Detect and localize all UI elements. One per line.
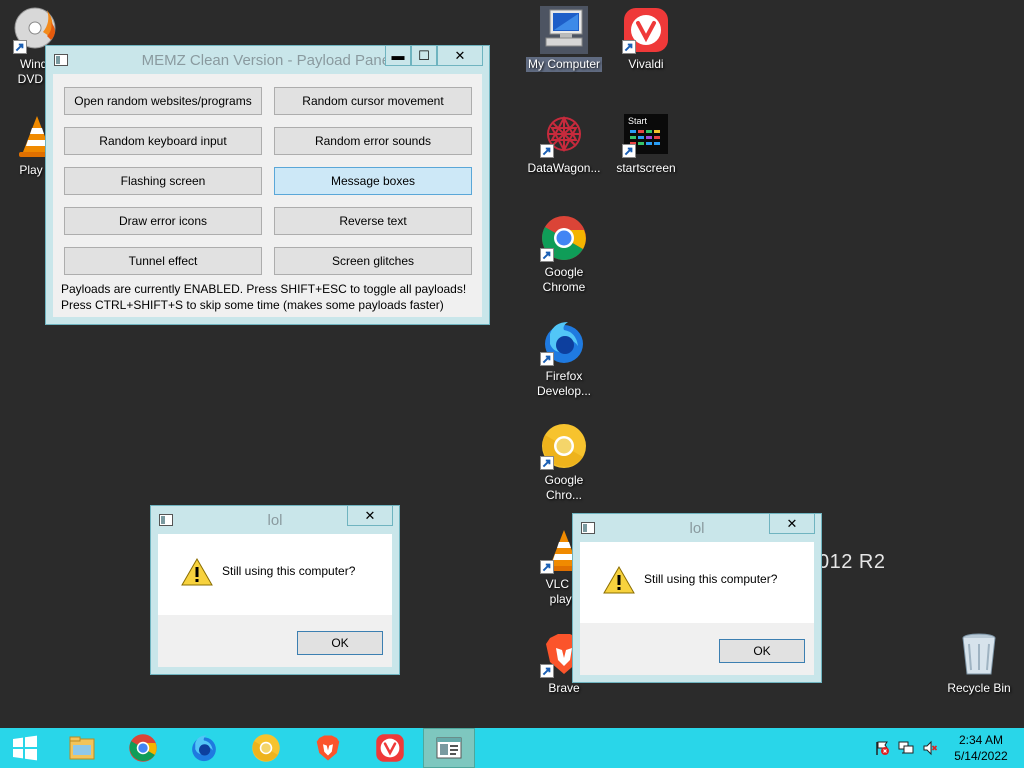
os-watermark-text: 012 R2 [818, 551, 886, 573]
desktop-icon-my-computer[interactable]: My Computer [524, 6, 604, 72]
clock-date: 5/14/2022 [954, 749, 1008, 763]
memz-app-icon [436, 737, 462, 759]
datawagon-icon [540, 110, 588, 158]
close-button[interactable]: ✕ [347, 506, 393, 526]
desktop-icon-chrome-canary[interactable]: Google Chro... [524, 422, 604, 503]
action-center-flag-icon[interactable] [874, 740, 890, 756]
chrome-icon [540, 214, 588, 262]
shortcut-arrow-icon [622, 40, 636, 54]
shortcut-arrow-icon [540, 248, 554, 262]
message-box-footer: OK [158, 615, 392, 667]
taskbar-brave[interactable] [298, 728, 358, 768]
start-button[interactable] [0, 728, 50, 768]
desktop-icon-google-chrome[interactable]: Google Chrome [524, 214, 604, 295]
message-box-titlebar[interactable]: lol ✕ [573, 514, 821, 542]
taskbar-file-explorer[interactable] [52, 728, 112, 768]
message-box-dialog: lol ✕ Still using this computer? OK [150, 505, 400, 675]
memz-payload-panel-window: MEMZ Clean Version - Payload Panel ▬ ☐ ✕… [45, 45, 490, 325]
shortcut-arrow-icon [540, 664, 554, 678]
maximize-button[interactable]: ☐ [411, 46, 437, 66]
payload-tunnel-effect-button[interactable]: Tunnel effect [64, 247, 262, 275]
firefox-developer-icon [192, 735, 216, 762]
desktop-icon-label: Brave [548, 681, 580, 695]
payload-message-boxes-button[interactable]: Message boxes [274, 167, 472, 195]
message-box-body: Still using this computer? OK [158, 534, 392, 667]
shortcut-arrow-icon [540, 560, 554, 574]
message-box-body: Still using this computer? OK [580, 542, 814, 675]
payload-reverse-text-button[interactable]: Reverse text [274, 207, 472, 235]
skip-time-hint-text: Press CTRL+SHIFT+S to skip some time (ma… [61, 298, 444, 312]
close-button[interactable]: ✕ [437, 46, 483, 66]
network-icon[interactable] [898, 740, 914, 756]
desktop-icon-datawagon[interactable]: DataWagon... [524, 110, 604, 176]
message-box-text: Still using this computer? [644, 572, 778, 586]
payload-status-text: Payloads are currently ENABLED. Press SH… [61, 282, 467, 296]
chrome-canary-icon [252, 734, 280, 762]
vivaldi-icon [376, 734, 404, 762]
warning-icon [181, 557, 213, 586]
ok-button[interactable]: OK [719, 639, 805, 663]
warning-icon [603, 565, 635, 594]
message-box-titlebar[interactable]: lol ✕ [151, 506, 399, 534]
memz-titlebar[interactable]: MEMZ Clean Version - Payload Panel ▬ ☐ ✕ [46, 46, 489, 74]
brave-icon [316, 735, 340, 761]
desktop-icon-firefox-developer[interactable]: Firefox Develop... [524, 318, 604, 399]
shortcut-arrow-icon [540, 144, 554, 158]
desktop-icon-vivaldi[interactable]: Vivaldi [606, 6, 686, 72]
payload-draw-error-icons-button[interactable]: Draw error icons [64, 207, 262, 235]
volume-muted-icon[interactable] [922, 740, 938, 756]
taskbar-memz-app[interactable] [423, 728, 475, 768]
desktop-icon-recycle-bin[interactable]: Recycle Bin [939, 630, 1019, 696]
desktop-icon-label: Recycle Bin [947, 681, 1011, 695]
shortcut-arrow-icon [622, 144, 636, 158]
taskbar: 2:34 AM 5/14/2022 [0, 728, 1024, 768]
message-box-footer: OK [580, 623, 814, 675]
taskbar-vivaldi[interactable] [360, 728, 420, 768]
clock-time: 2:34 AM [958, 733, 1004, 747]
file-explorer-icon [69, 736, 95, 760]
message-box-text: Still using this computer? [222, 564, 356, 578]
taskbar-clock[interactable]: 2:34 AM 5/14/2022 [946, 732, 1016, 764]
shortcut-arrow-icon [13, 40, 27, 54]
message-box-dialog: lol ✕ Still using this computer? OK [572, 513, 822, 683]
payload-random-cursor-movement-button[interactable]: Random cursor movement [274, 87, 472, 115]
startscreen-icon: Start [622, 110, 670, 158]
vivaldi-icon [622, 6, 670, 54]
desktop-icon-startscreen[interactable]: Start startscreen [606, 110, 686, 176]
payload-screen-glitches-button[interactable]: Screen glitches [274, 247, 472, 275]
chrome-canary-icon [540, 422, 588, 470]
taskbar-google-chrome[interactable] [113, 728, 173, 768]
recycle-bin-icon [955, 630, 1003, 678]
minimize-button[interactable]: ▬ [385, 46, 411, 66]
taskbar-chrome-canary[interactable] [236, 728, 296, 768]
desktop-icon-label: My Computer [525, 57, 603, 72]
shortcut-arrow-icon [540, 456, 554, 470]
payload-random-error-sounds-button[interactable]: Random error sounds [274, 127, 472, 155]
taskbar-firefox-developer[interactable] [174, 728, 234, 768]
start-icon [13, 735, 37, 761]
computer-icon [540, 6, 588, 54]
close-button[interactable]: ✕ [769, 514, 815, 534]
payload-open-random-websites-button[interactable]: Open random websites/programs [64, 87, 262, 115]
memz-panel-body: Open random websites/programs Random cur… [53, 74, 482, 317]
chrome-icon [129, 734, 157, 762]
ok-button[interactable]: OK [297, 631, 383, 655]
shortcut-arrow-icon [540, 352, 554, 366]
payload-random-keyboard-input-button[interactable]: Random keyboard input [64, 127, 262, 155]
desktop-icon-label: DataWagon... [527, 161, 601, 175]
payload-flashing-screen-button[interactable]: Flashing screen [64, 167, 262, 195]
startscreen-thumb-text: Start [628, 116, 648, 126]
firefox-developer-icon [540, 318, 588, 366]
